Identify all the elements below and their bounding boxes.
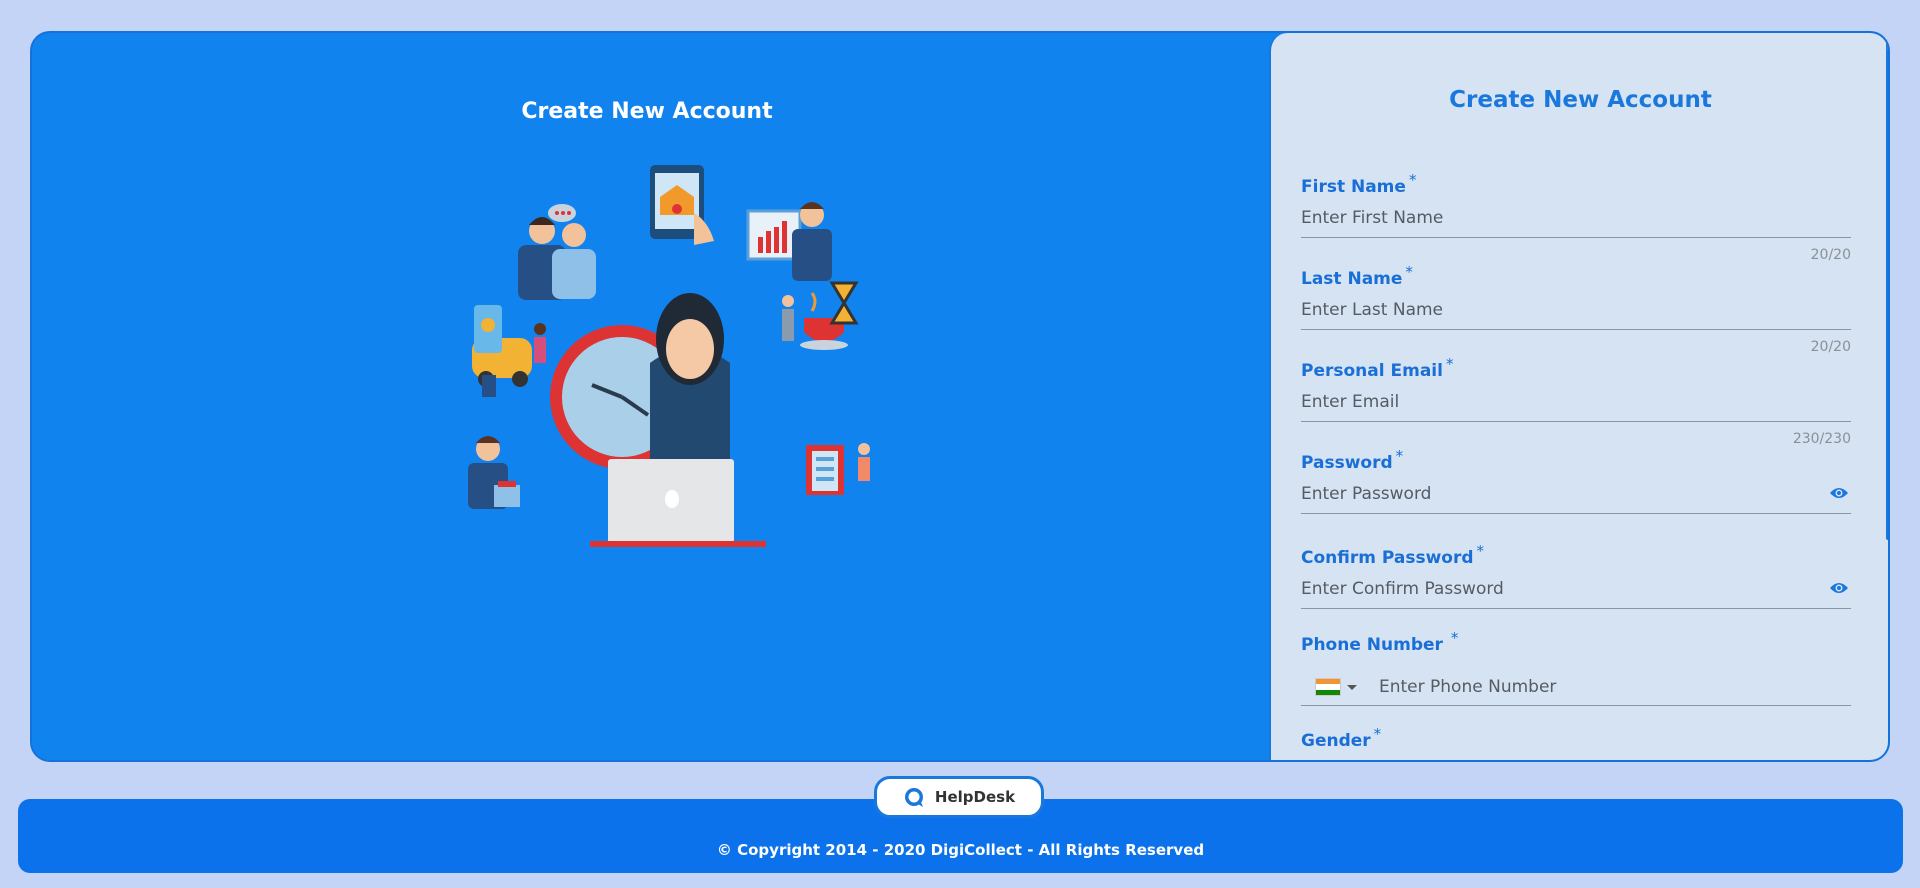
required-marker: * bbox=[1373, 725, 1382, 743]
email-input[interactable]: Enter Email bbox=[1301, 389, 1851, 422]
email-label: Personal Email bbox=[1301, 361, 1443, 381]
phone-field: Phone Number * Enter Phone Number bbox=[1301, 629, 1851, 706]
main-card: Create New Account Create New Account Fi… bbox=[30, 31, 1890, 762]
first-name-counter: 20/20 bbox=[1810, 247, 1851, 263]
coffee-break-illustration bbox=[782, 281, 859, 350]
copyright-text: © Copyright 2014 - 2020 DigiCollect - Al… bbox=[716, 841, 1205, 859]
required-marker: * bbox=[1476, 542, 1485, 560]
hero-title: Create New Account bbox=[521, 99, 773, 124]
chat-bubble-icon bbox=[904, 788, 923, 807]
password-label: Password bbox=[1301, 453, 1393, 473]
first-name-input[interactable]: Enter First Name bbox=[1301, 205, 1851, 238]
last-name-field: Last Name * Enter Last Name 20/20 bbox=[1301, 263, 1851, 355]
required-marker: * bbox=[1405, 263, 1413, 281]
clipboard-checklist-illustration bbox=[806, 443, 870, 495]
eye-icon[interactable] bbox=[1829, 580, 1849, 596]
confirm-password-placeholder: Enter Confirm Password bbox=[1301, 579, 1504, 599]
first-name-label: First Name bbox=[1301, 177, 1406, 197]
last-name-label: Last Name bbox=[1301, 269, 1403, 289]
phone-label: Phone Number bbox=[1301, 635, 1443, 655]
people-chatting-illustration bbox=[518, 204, 596, 300]
chevron-down-icon bbox=[1347, 684, 1357, 690]
helpdesk-label: HelpDesk bbox=[934, 788, 1016, 806]
taxi-booking-illustration bbox=[472, 305, 546, 397]
account-illustration bbox=[468, 165, 870, 547]
confirm-password-input[interactable]: Enter Confirm Password bbox=[1301, 576, 1851, 609]
signup-form-panel: Create New Account First Name * Enter Fir… bbox=[1269, 33, 1888, 760]
password-placeholder: Enter Password bbox=[1301, 484, 1432, 504]
phone-input[interactable]: Enter Phone Number bbox=[1379, 674, 1851, 700]
required-marker: * bbox=[1445, 355, 1454, 373]
helpdesk-button[interactable]: HelpDesk bbox=[874, 776, 1044, 818]
password-input[interactable]: Enter Password bbox=[1301, 481, 1851, 514]
first-name-field: First Name * Enter First Name 20/20 bbox=[1301, 171, 1851, 263]
presenter-chart-illustration bbox=[746, 202, 832, 281]
form-title: Create New Account bbox=[1449, 87, 1712, 113]
required-marker: * bbox=[1450, 629, 1459, 647]
country-code-selector[interactable] bbox=[1301, 678, 1379, 696]
eye-icon[interactable] bbox=[1829, 485, 1849, 501]
email-counter: 230/230 bbox=[1792, 431, 1851, 447]
india-flag-icon bbox=[1315, 678, 1341, 696]
businessman-illustration bbox=[468, 436, 520, 509]
last-name-counter: 20/20 bbox=[1810, 339, 1851, 355]
confirm-password-field: Confirm Password * Enter Confirm Password bbox=[1301, 542, 1851, 609]
confirm-password-label: Confirm Password bbox=[1301, 548, 1474, 568]
password-field: Password * Enter Password bbox=[1301, 447, 1851, 514]
last-name-input[interactable]: Enter Last Name bbox=[1301, 297, 1851, 330]
gender-label: Gender bbox=[1301, 731, 1371, 751]
email-field: Personal Email * Enter Email 230/230 bbox=[1301, 355, 1851, 447]
required-marker: * bbox=[1395, 447, 1404, 465]
gender-field: Gender * bbox=[1301, 725, 1851, 751]
required-marker: * bbox=[1408, 171, 1417, 189]
phone-input-row: Enter Phone Number bbox=[1301, 669, 1851, 706]
tablet-email-illustration bbox=[650, 165, 714, 245]
